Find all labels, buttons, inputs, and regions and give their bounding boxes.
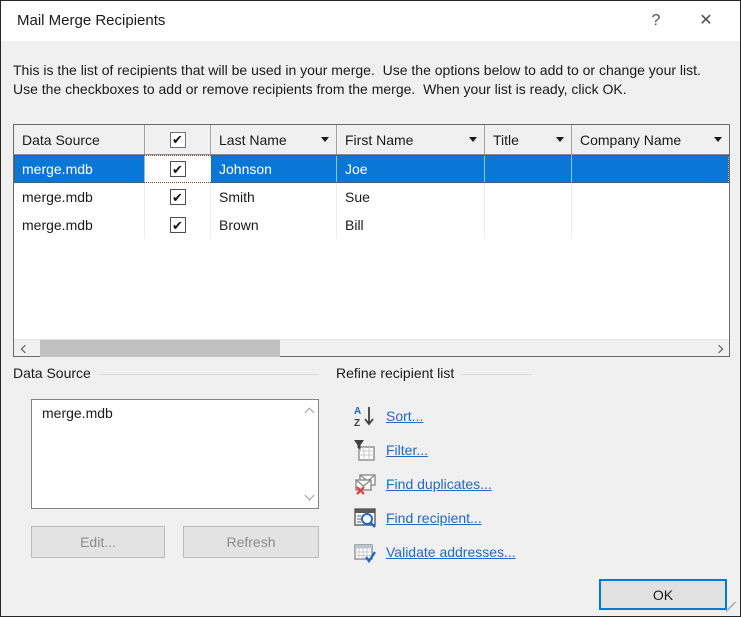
find-recipient-link[interactable]: Find recipient... <box>386 510 482 526</box>
resize-grip[interactable] <box>726 602 737 613</box>
sort-link-row: A Z Sort... <box>353 399 516 433</box>
scroll-down-icon[interactable] <box>300 488 318 506</box>
table-row[interactable]: merge.mdb ✔ Brown Bill <box>14 211 729 239</box>
cell-company-name <box>572 211 729 239</box>
validate-addresses-link-row: Validate addresses... <box>353 535 516 569</box>
cell-data-source: merge.mdb <box>14 155 145 183</box>
column-header-first-name[interactable]: First Name <box>337 125 485 154</box>
table-empty-area <box>14 239 729 339</box>
cell-first-name: Bill <box>337 211 485 239</box>
include-checkbox[interactable]: ✔ <box>169 189 186 205</box>
find-duplicates-icon <box>355 474 376 495</box>
cell-include: ✔ <box>145 155 211 183</box>
mail-merge-recipients-dialog: Mail Merge Recipients ? ✕ This is the li… <box>0 0 741 617</box>
column-header-include-checkbox[interactable]: ✔ <box>145 125 211 154</box>
sort-az-icon: A Z <box>354 406 374 428</box>
find-recipient-icon <box>354 508 376 528</box>
column-header-data-source[interactable]: Data Source <box>14 125 145 154</box>
scroll-right-icon[interactable] <box>711 340 729 357</box>
list-item[interactable]: merge.mdb <box>32 400 318 426</box>
refine-group-label: Refine recipient list <box>336 365 532 381</box>
column-header-title[interactable]: Title <box>485 125 572 154</box>
chevron-down-icon[interactable] <box>556 137 564 142</box>
find-duplicates-link-row: Find duplicates... <box>353 467 516 501</box>
ok-button[interactable]: OK <box>599 579 727 610</box>
cell-include: ✔ <box>145 211 211 239</box>
help-button[interactable]: ? <box>634 1 678 41</box>
refresh-button[interactable]: Refresh <box>183 526 319 558</box>
data-source-listbox[interactable]: merge.mdb <box>31 399 319 509</box>
chevron-down-icon[interactable] <box>714 137 722 142</box>
filter-link-row: Filter... <box>353 433 516 467</box>
cell-title <box>485 211 572 239</box>
filter-icon <box>354 440 375 461</box>
title-bar: Mail Merge Recipients ? ✕ <box>1 1 740 41</box>
horizontal-scrollbar[interactable] <box>14 339 729 357</box>
svg-text:A: A <box>354 406 361 417</box>
include-checkbox[interactable]: ✔ <box>169 161 186 177</box>
cell-data-source: merge.mdb <box>14 211 145 239</box>
scroll-up-icon[interactable] <box>300 402 318 420</box>
recipients-table: Data Source ✔ Last Name First Name Title… <box>13 124 730 357</box>
include-checkbox[interactable]: ✔ <box>169 217 186 233</box>
svg-text:Z: Z <box>354 418 360 428</box>
cell-title <box>485 155 572 183</box>
cell-last-name: Smith <box>211 183 337 211</box>
select-all-checkbox[interactable]: ✔ <box>169 131 186 148</box>
column-header-last-name[interactable]: Last Name <box>211 125 337 154</box>
column-header-company-name[interactable]: Company Name <box>572 125 729 154</box>
cell-title <box>485 183 572 211</box>
chevron-down-icon[interactable] <box>321 137 329 142</box>
cell-company-name <box>572 183 729 211</box>
scroll-left-icon[interactable] <box>14 340 32 357</box>
cell-data-source: merge.mdb <box>14 183 145 211</box>
find-recipient-link-row: Find recipient... <box>353 501 516 535</box>
data-source-group-label: Data Source <box>13 365 319 381</box>
cell-first-name: Sue <box>337 183 485 211</box>
scrollbar-thumb[interactable] <box>40 340 280 357</box>
cell-first-name: Joe <box>337 155 485 183</box>
close-button[interactable]: ✕ <box>684 1 728 41</box>
cell-last-name: Johnson <box>211 155 337 183</box>
cell-last-name: Brown <box>211 211 337 239</box>
sort-link[interactable]: Sort... <box>386 408 423 424</box>
validate-addresses-link[interactable]: Validate addresses... <box>386 544 516 560</box>
dialog-title: Mail Merge Recipients <box>17 12 166 29</box>
edit-button[interactable]: Edit... <box>31 526 165 558</box>
table-row[interactable]: merge.mdb ✔ Smith Sue <box>14 183 729 211</box>
find-duplicates-link[interactable]: Find duplicates... <box>386 476 492 492</box>
listbox-scrollbar[interactable] <box>300 400 318 508</box>
chevron-down-icon[interactable] <box>469 137 477 142</box>
validate-addresses-icon <box>354 544 376 564</box>
cell-company-name <box>572 155 729 183</box>
table-header-row: Data Source ✔ Last Name First Name Title… <box>14 125 729 155</box>
dialog-description: This is the list of recipients that will… <box>13 62 709 97</box>
filter-link[interactable]: Filter... <box>386 442 428 458</box>
cell-include: ✔ <box>145 183 211 211</box>
refine-links: A Z Sort... Filter... Find duplicates...… <box>353 399 516 569</box>
table-row[interactable]: merge.mdb ✔ Johnson Joe <box>14 155 729 183</box>
